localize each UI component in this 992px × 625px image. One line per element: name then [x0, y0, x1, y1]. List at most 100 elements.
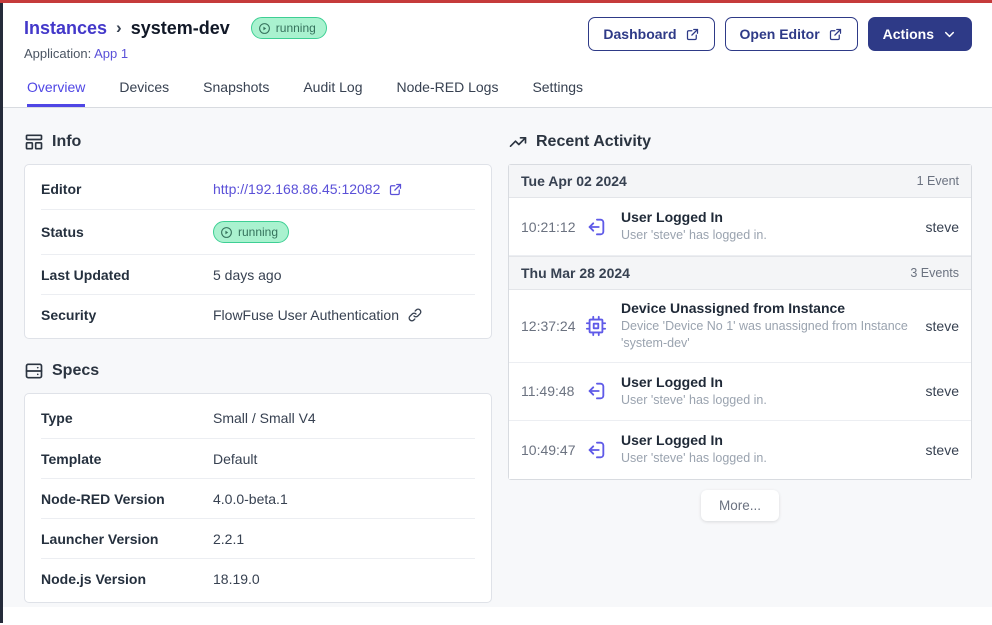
- info-row-label: Editor: [41, 181, 213, 197]
- breadcrumb-instances-link[interactable]: Instances: [24, 18, 107, 39]
- play-circle-icon: [220, 226, 233, 239]
- activity-group-header: Tue Apr 02 2024 1 Event: [509, 165, 971, 198]
- page-header: Instances › system-dev running Applicati…: [0, 0, 992, 108]
- more-button[interactable]: More...: [701, 490, 779, 521]
- dashboard-button-label: Dashboard: [603, 26, 676, 42]
- info-row-editor: Editor http://192.168.86.45:12082: [41, 169, 475, 209]
- breadcrumb: Instances › system-dev running: [24, 17, 327, 39]
- group-event-count: 3 Events: [910, 266, 959, 280]
- activity-event-row: 11:49:48 User Logged In User 'steve' has…: [509, 363, 971, 421]
- tab-devices[interactable]: Devices: [119, 79, 169, 107]
- recent-activity-heading: Recent Activity: [508, 132, 972, 152]
- info-section-heading: Info: [24, 132, 492, 152]
- right-column: Recent Activity Tue Apr 02 2024 1 Event …: [508, 128, 972, 625]
- status-badge-label: running: [276, 21, 316, 35]
- login-icon: [585, 439, 607, 461]
- specs-row-value: Default: [213, 451, 257, 467]
- event-user: steve: [926, 219, 959, 235]
- link-icon[interactable]: [407, 307, 423, 323]
- event-description: User 'steve' has logged in.: [621, 392, 916, 409]
- main-content: Info Editor http://192.168.86.45:12082 S…: [0, 108, 992, 607]
- window-top-edge: [0, 0, 992, 3]
- specs-row-node-red-version: Node-RED Version 4.0.0-beta.1: [41, 478, 475, 518]
- activity-event-row: 10:49:47 User Logged In User 'steve' has…: [509, 421, 971, 479]
- info-row-status: Status running: [41, 209, 475, 254]
- event-time: 11:49:48: [521, 383, 585, 399]
- login-icon: [585, 216, 607, 238]
- dashboard-button[interactable]: Dashboard: [588, 17, 714, 51]
- info-row-label: Last Updated: [41, 267, 213, 283]
- event-description: User 'steve' has logged in.: [621, 450, 916, 467]
- application-line: Application: App 1: [24, 46, 327, 61]
- tab-bar: Overview Devices Snapshots Audit Log Nod…: [24, 79, 972, 107]
- event-title: User Logged In: [621, 209, 916, 225]
- tab-overview[interactable]: Overview: [27, 79, 85, 107]
- application-label: Application:: [24, 46, 91, 61]
- specs-row-value: 2.2.1: [213, 531, 244, 547]
- activity-event-row: 12:37:24 Device Unassigned from Instance…: [509, 290, 971, 363]
- page-title: system-dev: [131, 18, 230, 39]
- specs-section-title: Specs: [52, 362, 99, 380]
- activity-group-header: Thu Mar 28 2024 3 Events: [509, 256, 971, 290]
- specs-row-label: Node.js Version: [41, 571, 213, 587]
- last-updated-value: 5 days ago: [213, 267, 282, 283]
- left-column: Info Editor http://192.168.86.45:12082 S…: [24, 128, 492, 625]
- info-row-last-updated: Last Updated 5 days ago: [41, 254, 475, 294]
- chevron-down-icon: [942, 27, 957, 42]
- specs-row-nodejs-version: Node.js Version 18.19.0: [41, 558, 475, 598]
- info-card: Editor http://192.168.86.45:12082 Status…: [24, 164, 492, 339]
- specs-row-value: Small / Small V4: [213, 410, 316, 426]
- specs-row-type: Type Small / Small V4: [41, 398, 475, 438]
- template-icon: [24, 132, 44, 152]
- specs-row-template: Template Default: [41, 438, 475, 478]
- info-row-security: Security FlowFuse User Authentication: [41, 294, 475, 334]
- status-badge: running: [213, 221, 289, 243]
- event-title: User Logged In: [621, 432, 916, 448]
- tab-snapshots[interactable]: Snapshots: [203, 79, 269, 107]
- group-event-count: 1 Event: [917, 174, 959, 188]
- trending-up-icon: [508, 132, 528, 152]
- actions-button[interactable]: Actions: [868, 17, 972, 51]
- event-title: User Logged In: [621, 374, 916, 390]
- tab-node-red-logs[interactable]: Node-RED Logs: [397, 79, 499, 107]
- activity-event-row: 10:21:12 User Logged In User 'steve' has…: [509, 198, 971, 256]
- event-user: steve: [926, 383, 959, 399]
- group-date: Tue Apr 02 2024: [521, 173, 627, 189]
- event-title: Device Unassigned from Instance: [621, 300, 916, 316]
- event-description: User 'steve' has logged in.: [621, 227, 916, 244]
- specs-section-heading: Specs: [24, 361, 492, 381]
- specs-row-value: 4.0.0-beta.1: [213, 491, 288, 507]
- specs-row-label: Node-RED Version: [41, 491, 213, 507]
- editor-url-link[interactable]: http://192.168.86.45:12082: [213, 181, 403, 197]
- specs-row-label: Type: [41, 410, 213, 426]
- specs-row-label: Launcher Version: [41, 531, 213, 547]
- open-editor-button[interactable]: Open Editor: [725, 17, 858, 51]
- specs-row-launcher-version: Launcher Version 2.2.1: [41, 518, 475, 558]
- header-buttons: Dashboard Open Editor Actions: [588, 17, 972, 51]
- group-date: Thu Mar 28 2024: [521, 265, 630, 281]
- info-row-label: Status: [41, 224, 213, 240]
- chevron-right-icon: ›: [116, 18, 122, 38]
- event-description: Device 'Device No 1' was unassigned from…: [621, 318, 916, 352]
- recent-activity-title: Recent Activity: [536, 133, 651, 151]
- actions-button-label: Actions: [883, 26, 934, 42]
- event-user: steve: [926, 318, 959, 334]
- tab-audit-log[interactable]: Audit Log: [303, 79, 362, 107]
- event-time: 12:37:24: [521, 318, 585, 334]
- application-link[interactable]: App 1: [94, 46, 128, 61]
- external-link-icon: [828, 27, 843, 42]
- play-circle-icon: [258, 22, 271, 35]
- status-badge-label: running: [238, 225, 278, 239]
- open-editor-button-label: Open Editor: [740, 26, 820, 42]
- info-section-title: Info: [52, 133, 81, 151]
- event-time: 10:21:12: [521, 219, 585, 235]
- editor-url: http://192.168.86.45:12082: [213, 181, 380, 197]
- specs-row-value: 18.19.0: [213, 571, 260, 587]
- login-icon: [585, 380, 607, 402]
- tab-settings[interactable]: Settings: [532, 79, 583, 107]
- activity-group: Thu Mar 28 2024 3 Events 12:37:24 Device…: [509, 256, 971, 479]
- external-link-icon: [388, 182, 403, 197]
- info-row-label: Security: [41, 307, 213, 323]
- activity-group: Tue Apr 02 2024 1 Event 10:21:12 User Lo…: [509, 165, 971, 256]
- chip-icon: [585, 315, 607, 337]
